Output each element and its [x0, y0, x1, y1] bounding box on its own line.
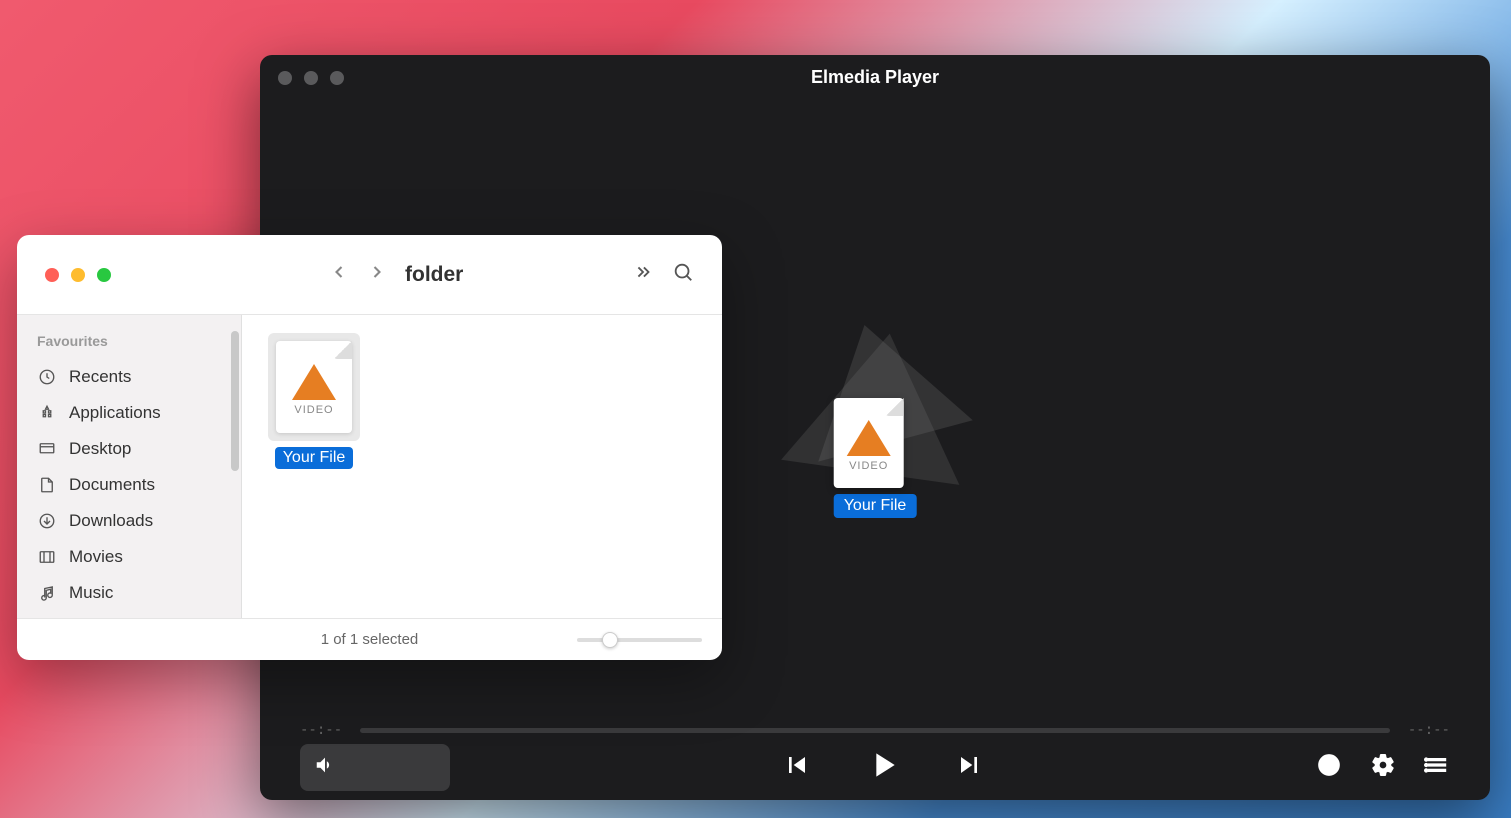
drop-target: VIDEO Your File	[765, 313, 985, 503]
right-controls	[1316, 752, 1450, 783]
scrubber-track[interactable]	[360, 728, 1390, 733]
player-title: Elmedia Player	[811, 67, 939, 88]
player-traffic-lights	[278, 71, 344, 85]
zoom-slider-thumb[interactable]	[602, 632, 618, 648]
sidebar-item-desktop[interactable]: Desktop	[27, 431, 231, 467]
player-titlebar: Elmedia Player	[260, 55, 1490, 100]
volume-icon	[314, 754, 336, 781]
selection-status: 1 of 1 selected	[321, 631, 419, 648]
movie-icon	[37, 547, 57, 567]
finder-window: folder Favourites Recents Applications Des…	[17, 235, 722, 660]
maximize-button[interactable]	[330, 71, 344, 85]
finder-body: Favourites Recents Applications Desktop Doc…	[17, 315, 722, 618]
maximize-button[interactable]	[97, 268, 111, 282]
sidebar-item-downloads[interactable]: Downloads	[27, 503, 231, 539]
video-file-icon: VIDEO	[276, 341, 352, 433]
desktop-icon	[37, 439, 57, 459]
sidebar-item-pictures[interactable]: Pictures	[27, 611, 231, 618]
sidebar-item-movies[interactable]: Movies	[27, 539, 231, 575]
sidebar-item-label: Movies	[69, 547, 123, 567]
sidebar-section-favourites: Favourites	[27, 329, 231, 353]
file-name-label: Your File	[275, 447, 354, 469]
sidebar-item-recents[interactable]: Recents	[27, 359, 231, 395]
download-icon	[37, 511, 57, 531]
finder-sidebar: Favourites Recents Applications Desktop Doc…	[17, 315, 242, 618]
sidebar-item-label: Downloads	[69, 511, 153, 531]
finder-toolbar: folder	[17, 235, 722, 315]
video-file-icon: VIDEO	[834, 398, 904, 488]
next-button[interactable]	[953, 749, 985, 786]
search-button[interactable]	[672, 261, 694, 288]
file-item[interactable]: VIDEO Your File	[260, 333, 368, 469]
previous-button[interactable]	[781, 749, 813, 786]
file-type-label: VIDEO	[294, 404, 333, 416]
forward-button[interactable]	[367, 262, 387, 287]
sidebar-scrollbar[interactable]	[231, 331, 239, 471]
sidebar-item-label: Music	[69, 583, 113, 603]
transport-controls	[781, 745, 985, 790]
time-elapsed: --:--	[300, 722, 342, 738]
sidebar-item-documents[interactable]: Documents	[27, 467, 231, 503]
sidebar-item-music[interactable]: Music	[27, 575, 231, 611]
sidebar-item-label: Applications	[69, 403, 161, 423]
volume-control[interactable]	[300, 744, 450, 791]
close-button[interactable]	[278, 71, 292, 85]
settings-button[interactable]	[1370, 752, 1396, 783]
playlist-button[interactable]	[1424, 752, 1450, 783]
time-remaining: --:--	[1408, 722, 1450, 738]
zoom-slider[interactable]	[577, 638, 702, 642]
folder-title: folder	[405, 263, 463, 287]
finder-content-area[interactable]: VIDEO Your File	[242, 315, 722, 618]
airplay-button[interactable]	[1316, 752, 1342, 783]
apps-icon	[37, 403, 57, 423]
dropped-file-name: Your File	[834, 494, 917, 518]
finder-traffic-lights	[45, 268, 111, 282]
more-button[interactable]	[632, 261, 654, 288]
finder-statusbar: 1 of 1 selected	[17, 618, 722, 660]
music-icon	[37, 583, 57, 603]
play-button[interactable]	[863, 745, 903, 790]
drop-arrows-icon: VIDEO Your File	[765, 313, 985, 493]
close-button[interactable]	[45, 268, 59, 282]
dropped-file-preview: VIDEO Your File	[834, 398, 917, 518]
player-controls	[260, 745, 1490, 800]
back-button[interactable]	[329, 262, 349, 287]
clock-icon	[37, 367, 57, 387]
minimize-button[interactable]	[304, 71, 318, 85]
scrubber-row: --:-- --:--	[260, 715, 1490, 745]
sidebar-item-label: Desktop	[69, 439, 131, 459]
document-icon	[37, 475, 57, 495]
minimize-button[interactable]	[71, 268, 85, 282]
file-type-label: VIDEO	[849, 460, 888, 472]
sidebar-item-applications[interactable]: Applications	[27, 395, 231, 431]
sidebar-item-label: Documents	[69, 475, 155, 495]
sidebar-item-label: Recents	[69, 367, 131, 387]
